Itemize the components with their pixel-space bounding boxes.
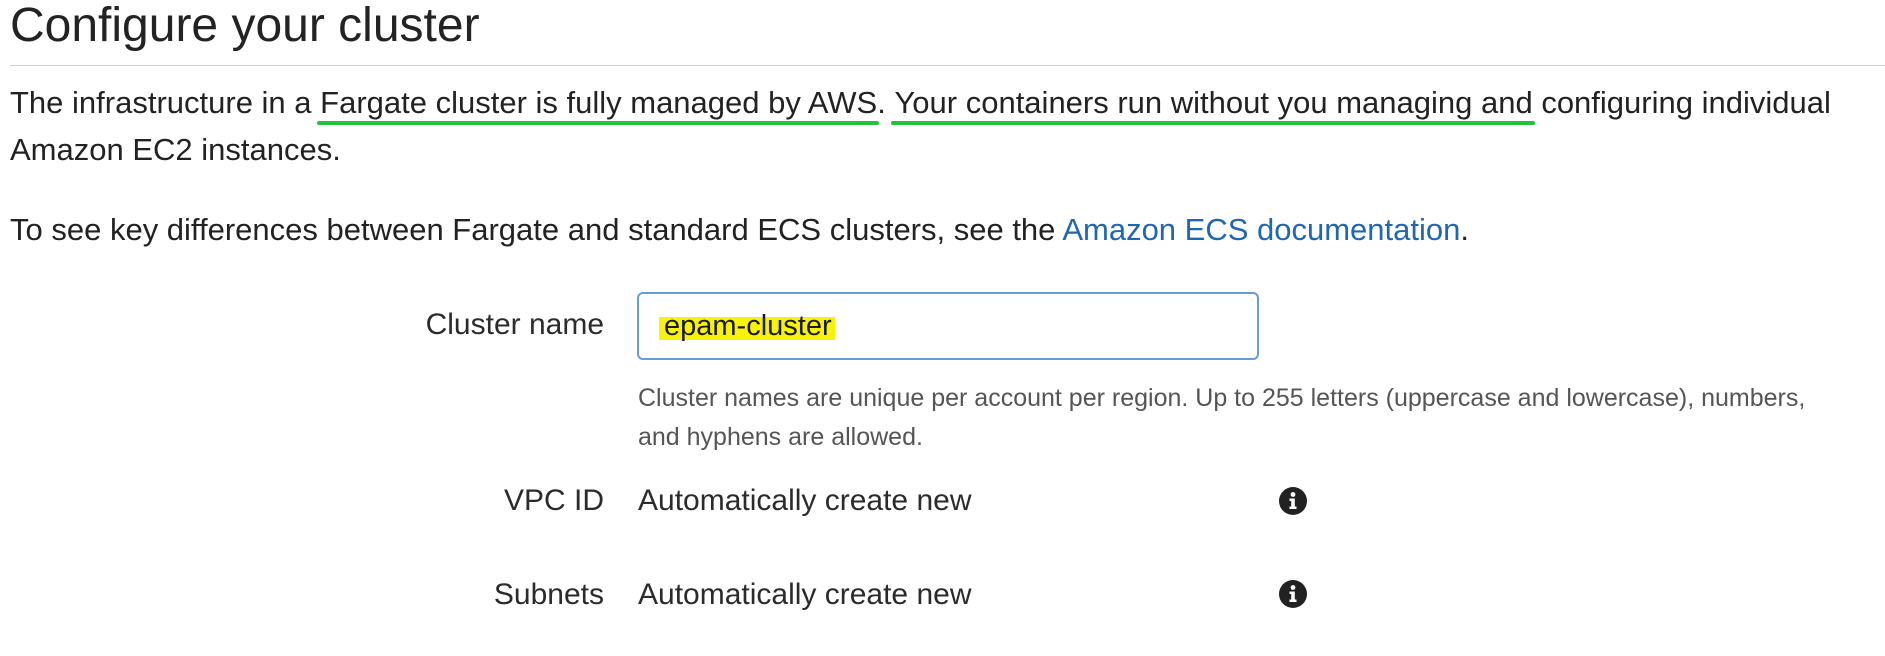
cluster-name-help-line1: Cluster names are unique per account per… [638,384,1806,412]
info-icon[interactable] [1278,486,1308,516]
cluster-name-value[interactable]: epam-cluster [664,308,832,344]
vpc-id-value: Automatically create new [638,484,972,517]
doc-note-text: To see key differences between Fargate a… [10,212,1063,247]
configure-cluster-page: Configure your cluster The infrastructur… [0,0,1885,656]
info-icon[interactable] [1278,579,1308,609]
intro-paragraph-line2: Amazon EC2 instances. [10,132,341,167]
subnets-label: Subnets [493,578,604,611]
cluster-name-label: Cluster name [425,308,604,341]
page-title: Configure your cluster [10,0,480,52]
cluster-name-input[interactable]: epam-cluster [637,292,1259,360]
title-divider [10,65,1885,66]
ecs-documentation-link[interactable]: Amazon ECS documentation [1062,212,1460,247]
cluster-name-help-line2: and hyphens are allowed. [638,423,923,451]
subnets-value: Automatically create new [638,578,972,611]
intro-text-start: The infrastructure in a [10,85,321,120]
annotated-text-fargate-managed: Fargate cluster is fully managed by AWS [317,79,880,126]
intro-paragraph-line1: The infrastructure in a Fargate cluster … [10,79,1831,126]
intro-text-end: configuring individual [1532,85,1831,120]
doc-note-period: . [1460,212,1470,247]
intro-text-middle: . [877,85,895,120]
cluster-name-help: Cluster names are unique per account per… [638,379,1805,457]
vpc-id-label: VPC ID [503,484,604,517]
doc-note-paragraph: To see key differences between Fargate a… [10,206,1469,253]
annotated-text-containers-run: Your containers run without you managing… [891,79,1535,126]
